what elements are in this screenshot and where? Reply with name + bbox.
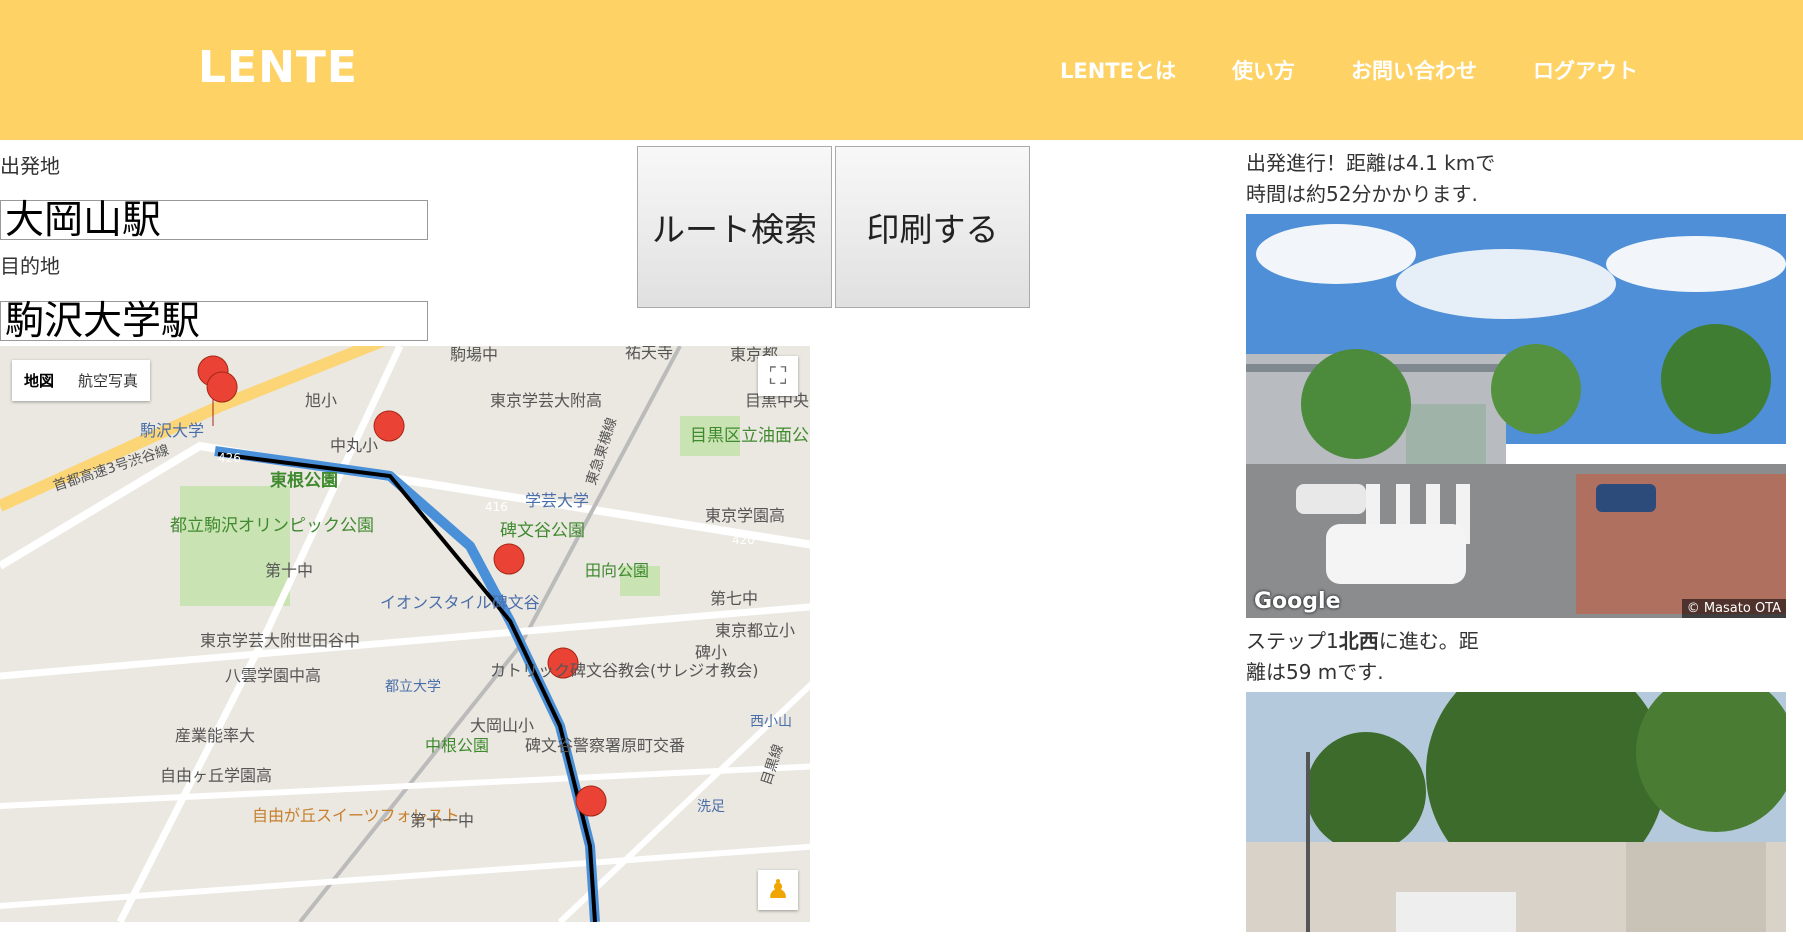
map-label: 碑小 xyxy=(695,643,727,662)
map-label: 駒沢大学 xyxy=(140,421,204,440)
route-shield: 420 xyxy=(732,533,755,547)
map-label: 東京学芸大附世田谷中 xyxy=(200,631,360,650)
map-marker[interactable] xyxy=(575,785,607,817)
route-search-button[interactable]: ルート検索 xyxy=(637,146,832,308)
destination-input[interactable]: 駒沢大学駅 xyxy=(0,301,428,342)
step-1-direction: 北西 xyxy=(1338,629,1379,653)
step-1-instruction: ステップ1北西に進む。距 離は59 mです. xyxy=(1246,626,1516,688)
photo-credit: © Masato OTA xyxy=(1681,599,1786,618)
map-marker[interactable] xyxy=(206,371,238,403)
nav-howto[interactable]: 使い方 xyxy=(1232,55,1295,85)
map-label: 第七中 xyxy=(710,589,758,608)
fullscreen-icon[interactable]: ⛶ xyxy=(758,356,798,396)
map-label: 碑文谷警察署原町交番 xyxy=(525,736,685,755)
route-map[interactable]: 駒沢大学 旭小 中丸小 東京学芸大附高 祐天寺 目黒中央 東根公園 都立駒沢オリ… xyxy=(0,346,810,922)
map-canvas: 駒沢大学 旭小 中丸小 東京学芸大附高 祐天寺 目黒中央 東根公園 都立駒沢オリ… xyxy=(0,346,810,922)
map-label: 産業能率大 xyxy=(175,726,255,745)
route-shield: 416 xyxy=(485,500,508,514)
map-label: 東京学芸大附高 xyxy=(490,391,602,410)
map-label: 都立駒沢オリンピック公園 xyxy=(170,516,374,536)
pegman-icon[interactable]: ♟ xyxy=(758,870,798,910)
step-1-photo xyxy=(1246,692,1786,932)
google-watermark: Google xyxy=(1254,589,1341,614)
map-label: 田向公園 xyxy=(585,561,649,580)
map-label: イオンスタイル碑文谷 xyxy=(380,593,540,612)
directions-panel: 出発進行！距離は4.1 kmで 時間は約52分かかります. Google © M… xyxy=(1246,148,1786,940)
route-summary: 出発進行！距離は4.1 kmで 時間は約52分かかります. xyxy=(1246,148,1516,210)
map-label: 目黒線 xyxy=(759,742,787,787)
nav-about[interactable]: LENTEとは xyxy=(1060,55,1176,85)
map-label: 第十一中 xyxy=(410,811,474,830)
map-label: 八雲学園中高 xyxy=(225,666,321,685)
park-area xyxy=(180,486,290,606)
map-label: 旭小 xyxy=(305,391,337,410)
map-label: カトリック碑文谷教会(サレジオ教会) xyxy=(490,661,759,680)
map-label: 大岡山小 xyxy=(470,716,534,735)
destination-label: 目的地 xyxy=(0,254,60,278)
map-label: 祐天寺 xyxy=(625,346,673,362)
origin-label: 出発地 xyxy=(0,154,60,178)
nav-logout[interactable]: ログアウト xyxy=(1533,55,1638,85)
map-label: 中丸小 xyxy=(330,436,378,455)
map-label: 学芸大学 xyxy=(525,491,589,510)
map-label: 中根公園 xyxy=(425,736,489,755)
step-1-suffix: に進む。距 xyxy=(1378,629,1479,653)
summary-line1: 出発進行！距離は4.1 kmで xyxy=(1246,151,1496,175)
step-1-street-view-image xyxy=(1246,692,1786,932)
print-button[interactable]: 印刷する xyxy=(835,146,1030,308)
street-view-photo: Google © Masato OTA xyxy=(1246,214,1786,618)
site-header: LENTE LENTEとは 使い方 お問い合わせ ログアウト xyxy=(0,0,1803,140)
map-label: 東京都立小 xyxy=(715,621,795,640)
map-label: 東京学園高 xyxy=(705,506,785,525)
site-logo[interactable]: LENTE xyxy=(198,42,358,93)
map-label: 碑文谷公園 xyxy=(500,521,585,541)
map-label: 都立大学 xyxy=(385,679,441,695)
map-label: 東急東横線 xyxy=(584,416,621,488)
street-view-image xyxy=(1246,214,1786,618)
map-label: 洗足 xyxy=(697,799,725,815)
map-label: 第十中 xyxy=(265,561,313,580)
route-shield: 426 xyxy=(218,451,241,465)
map-label: 目黒区立油面公園 xyxy=(690,426,810,446)
summary-line2: 時間は約52分かかります. xyxy=(1246,182,1478,206)
map-label: 駒場中 xyxy=(450,346,498,364)
map-label: 西小山 xyxy=(750,714,792,730)
map-type-toggle: 地図 航空写真 xyxy=(12,360,151,401)
map-type-map[interactable]: 地図 xyxy=(12,360,66,401)
map-type-satellite[interactable]: 航空写真 xyxy=(66,360,150,401)
step-1-prefix: ステップ1 xyxy=(1246,629,1339,653)
main-nav: LENTEとは 使い方 お問い合わせ ログアウト xyxy=(1060,55,1638,85)
map-label: 自由ヶ丘学園高 xyxy=(160,766,272,785)
road xyxy=(0,843,810,909)
map-label: 東根公園 xyxy=(270,470,338,491)
origin-input[interactable]: 大岡山駅 xyxy=(0,200,428,241)
map-marker[interactable] xyxy=(373,410,405,442)
map-marker[interactable] xyxy=(493,543,525,575)
nav-contact[interactable]: お問い合わせ xyxy=(1351,55,1477,85)
step-1-distance: 離は59 mです. xyxy=(1246,660,1384,684)
